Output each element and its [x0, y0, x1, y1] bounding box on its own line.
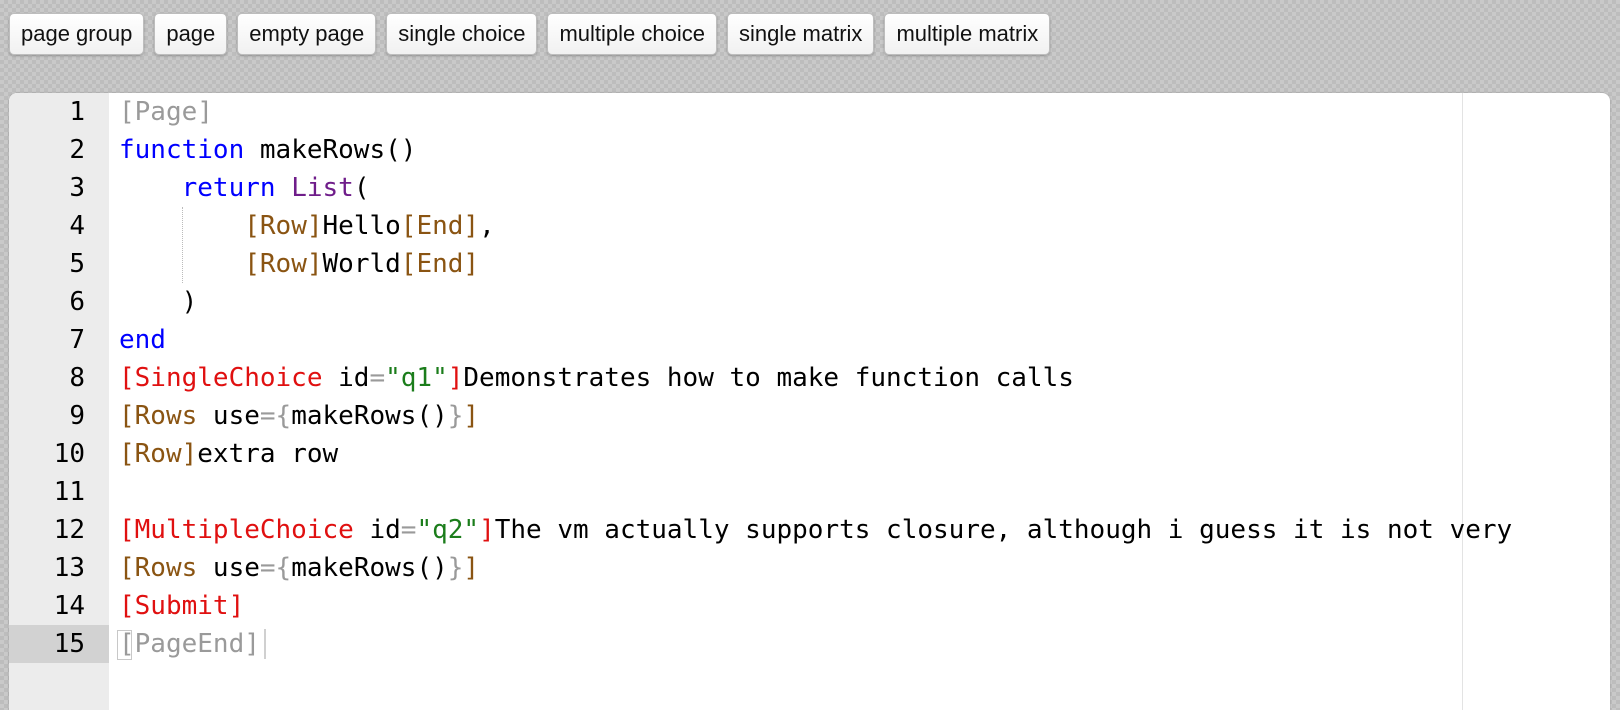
- code-token: ={: [259, 553, 292, 583]
- code-token: "q2": [416, 515, 480, 545]
- code-token: makeRows(): [244, 135, 417, 165]
- code-token: return: [181, 173, 276, 203]
- code-line[interactable]: [Page]: [119, 93, 213, 131]
- line-number: 11: [53, 477, 85, 507]
- code-token: end: [119, 325, 166, 355]
- code-token: [End]: [400, 249, 480, 279]
- code-token: makeRows(): [291, 553, 448, 583]
- code-token: (: [353, 173, 370, 203]
- line-number: 8: [69, 363, 85, 393]
- code-line[interactable]: [Row]Hello[End],: [119, 207, 495, 245]
- code-token: Demonstrates how to make function calls: [463, 363, 1074, 393]
- code-token: use: [197, 553, 260, 583]
- line-number: 1: [69, 97, 85, 127]
- bracket-match-highlight: [117, 630, 132, 660]
- code-token: ]: [479, 515, 495, 545]
- code-token: id: [353, 515, 401, 545]
- line-number: 15: [53, 629, 85, 659]
- single-matrix-button[interactable]: single matrix: [726, 13, 875, 55]
- code-token: use: [197, 401, 260, 431]
- code-token: id: [322, 363, 370, 393]
- page-group-button[interactable]: page group: [9, 13, 145, 55]
- line-number: 4: [69, 211, 85, 241]
- code-line[interactable]: end: [119, 321, 166, 359]
- code-line[interactable]: [Rows use={makeRows()}]: [119, 549, 479, 587]
- code-line[interactable]: [Rows use={makeRows()}]: [119, 397, 479, 435]
- code-token: [Rows: [119, 553, 198, 583]
- single-choice-button[interactable]: single choice: [386, 13, 538, 55]
- line-number: 10: [53, 439, 85, 469]
- code-token: [Rows: [119, 401, 198, 431]
- code-line[interactable]: [MultipleChoice id="q2"]The vm actually …: [119, 511, 1512, 549]
- code-token: ]: [463, 401, 480, 431]
- code-token: ]: [447, 363, 464, 393]
- code-token: ]: [463, 553, 480, 583]
- code-line[interactable]: return List(: [119, 169, 370, 207]
- code-token: World: [322, 249, 401, 279]
- code-token: "q1": [385, 363, 448, 393]
- code-token: [SingleChoice: [119, 363, 323, 393]
- code-editor[interactable]: 1 2 3 4 5 6 7 8 9 10 11 12 13 14 15 [Page] function mak…: [9, 93, 1610, 710]
- code-token: [Row]: [244, 249, 323, 279]
- code-token: [Submit]: [119, 591, 245, 621]
- code-line[interactable]: [PageEnd]: [119, 625, 260, 663]
- line-number: 6: [69, 287, 85, 317]
- code-token: }: [447, 553, 464, 583]
- code-token: }: [447, 401, 464, 431]
- text-caret: [263, 629, 266, 659]
- line-number: 2: [69, 135, 85, 165]
- line-number: 14: [53, 591, 85, 621]
- code-token: [Page]: [119, 97, 213, 127]
- toolbar: page group page empty page single choice…: [9, 13, 1051, 55]
- line-number-gutter: 1 2 3 4 5 6 7 8 9 10 11 12 13 14 15: [9, 93, 109, 710]
- multiple-choice-button[interactable]: multiple choice: [547, 13, 717, 55]
- code-line[interactable]: [SingleChoice id="q1"]Demonstrates how t…: [119, 359, 1074, 397]
- code-token: [End]: [400, 211, 480, 241]
- code-token: ={: [259, 401, 292, 431]
- code-token: The vm actually supports closure, althou…: [494, 515, 1513, 545]
- line-number: 5: [69, 249, 85, 279]
- code-token: Hello: [322, 211, 401, 241]
- line-number: 3: [69, 173, 85, 203]
- code-token: ,: [479, 211, 495, 241]
- code-line[interactable]: [Row]World[End]: [119, 245, 479, 283]
- code-line[interactable]: function makeRows(): [119, 131, 416, 169]
- multiple-matrix-button[interactable]: multiple matrix: [884, 13, 1051, 55]
- code-token: List: [291, 173, 354, 203]
- code-token: =: [369, 363, 386, 393]
- code-token: extra row: [197, 439, 339, 469]
- code-token: function: [119, 135, 245, 165]
- code-token: [MultipleChoice: [119, 515, 354, 545]
- empty-page-button[interactable]: empty page: [237, 13, 377, 55]
- code-line[interactable]: ): [119, 283, 198, 321]
- code-token: makeRows(): [291, 401, 448, 431]
- code-token: [Row]: [119, 439, 198, 469]
- line-number: 7: [69, 325, 85, 355]
- code-token: =: [400, 515, 417, 545]
- print-margin: [1462, 93, 1463, 710]
- code-line[interactable]: [Submit]: [119, 587, 244, 625]
- indent-guide: [181, 207, 183, 283]
- code-line[interactable]: [Row]extra row: [119, 435, 338, 473]
- line-number: 9: [69, 401, 85, 431]
- code-token: [Row]: [244, 211, 323, 241]
- line-number: 13: [53, 553, 85, 583]
- line-number: 12: [53, 515, 85, 545]
- code-token: [PageEnd]: [119, 629, 260, 659]
- page-button[interactable]: page: [154, 13, 228, 55]
- code-token: ): [119, 287, 198, 317]
